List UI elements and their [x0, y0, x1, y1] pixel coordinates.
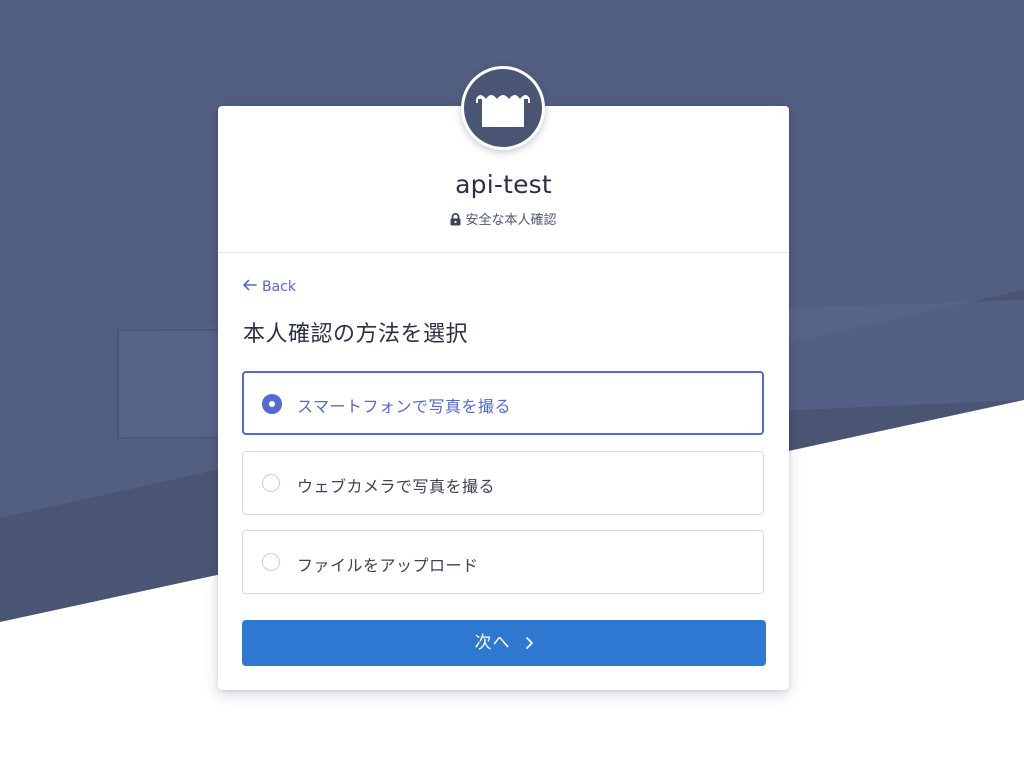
- secure-verification-line: 安全な本人確認: [218, 209, 789, 230]
- chevron-right-icon: [525, 622, 534, 668]
- radio-selected[interactable]: [262, 394, 282, 414]
- option-label: スマートフォンで写真を撮る: [297, 397, 512, 416]
- storefront-icon: [464, 69, 542, 147]
- lock-icon: [450, 213, 461, 230]
- card-header: api-test 安全な本人確認: [218, 66, 789, 253]
- radio-unselected[interactable]: [262, 553, 280, 571]
- radio-unselected[interactable]: [262, 474, 280, 492]
- option-label: ウェブカメラで写真を撮る: [297, 477, 496, 496]
- next-button[interactable]: 次へ: [242, 620, 766, 666]
- app-name: api-test: [455, 170, 552, 199]
- option-label: ファイルをアップロード: [297, 556, 479, 575]
- back-label: Back: [262, 279, 296, 295]
- app-logo: [461, 66, 545, 150]
- arrow-left-icon: [242, 279, 257, 295]
- next-label: 次へ: [474, 633, 511, 653]
- option-upload-file[interactable]: ファイルをアップロード: [242, 530, 764, 594]
- secure-text: 安全な本人確認: [465, 213, 557, 228]
- option-smartphone-photo[interactable]: スマートフォンで写真を撮る: [242, 371, 764, 435]
- back-link[interactable]: Back: [242, 279, 296, 295]
- verification-card: api-test 安全な本人確認 Back 本人確認の方法を選択 スマートフォン…: [218, 66, 789, 690]
- page-title: 本人確認の方法を選択: [243, 322, 469, 347]
- page: api-test 安全な本人確認 Back 本人確認の方法を選択 スマートフォン…: [0, 0, 1024, 776]
- option-webcam-photo[interactable]: ウェブカメラで写真を撮る: [242, 451, 764, 515]
